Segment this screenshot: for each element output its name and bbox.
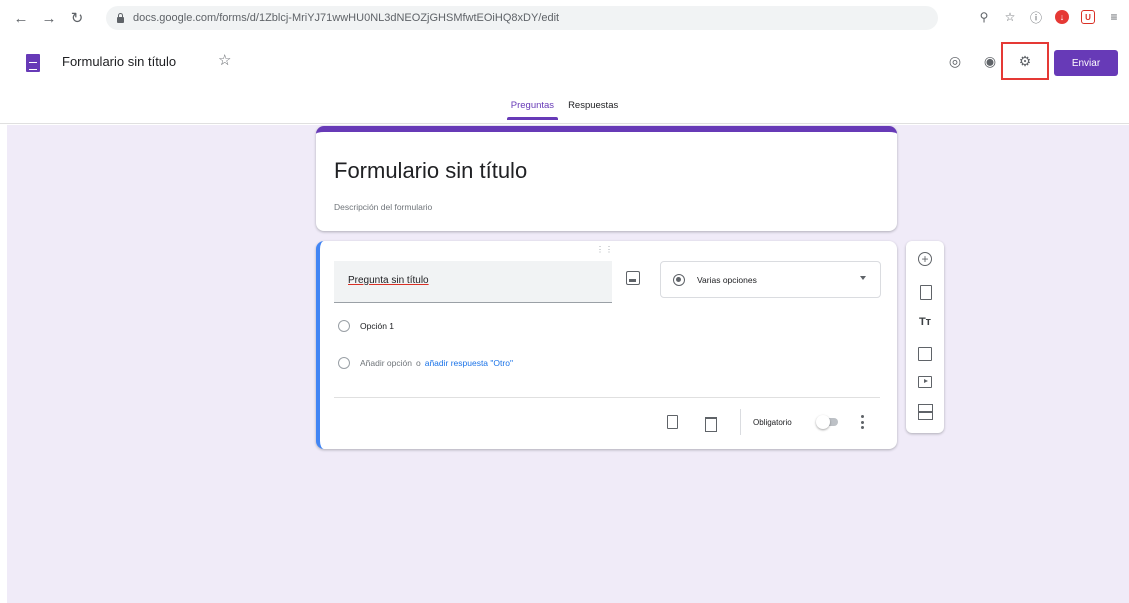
- form-description-input[interactable]: Descripción del formulario: [334, 202, 432, 212]
- side-toolbar: + Tт: [906, 241, 944, 433]
- send-button[interactable]: Enviar: [1054, 50, 1118, 76]
- add-option-row: Añadir opción o añadir respuesta "Otro": [338, 357, 513, 369]
- form-title-input[interactable]: Formulario sin título: [334, 158, 527, 184]
- add-question-icon[interactable]: +: [917, 251, 933, 267]
- drag-handle-icon[interactable]: ⋮⋮: [596, 245, 614, 254]
- url-text: docs.google.com/forms/d/1Zblcj-MriYJ71ww…: [133, 12, 560, 24]
- search-icon[interactable]: ⚲: [975, 6, 993, 28]
- forms-header: Formulario sin título ☆ ◎ ◉ ⚙ Enviar Pre…: [0, 36, 1129, 124]
- shield-icon[interactable]: U: [1079, 6, 1097, 28]
- tab-questions[interactable]: Preguntas: [506, 96, 559, 124]
- footer-vertical-divider: [740, 409, 741, 435]
- add-image-icon[interactable]: [917, 345, 933, 361]
- option-row[interactable]: Opción 1: [338, 320, 394, 332]
- radio-checked-icon: [673, 273, 685, 286]
- star-icon[interactable]: ☆: [218, 51, 231, 69]
- toggle-knob: [816, 415, 830, 429]
- radio-icon: [338, 320, 350, 332]
- tabs: Preguntas Respuestas: [0, 96, 1129, 124]
- question-card[interactable]: ⋮⋮ Pregunta sin título Varias opciones O…: [316, 241, 897, 449]
- required-toggle[interactable]: [816, 415, 840, 429]
- lock-icon: [116, 13, 125, 23]
- trash-icon[interactable]: [702, 413, 718, 432]
- form-title-card: Formulario sin título Descripción del fo…: [316, 126, 897, 231]
- reload-icon[interactable]: ↻: [66, 7, 88, 29]
- browser-nav: ← → ↻: [10, 7, 88, 29]
- bookmark-star-icon[interactable]: ☆: [1001, 6, 1019, 28]
- or-text: o: [415, 358, 421, 368]
- gear-icon[interactable]: ⚙: [1014, 50, 1036, 72]
- browser-toolbar: ← → ↻ docs.google.com/forms/d/1Zblcj-Mri…: [0, 0, 1129, 36]
- more-vert-icon[interactable]: [858, 413, 866, 431]
- menu-icon[interactable]: ≡: [1105, 6, 1123, 28]
- question-title-text: Pregunta sin título: [348, 275, 429, 286]
- chevron-down-icon: [860, 276, 866, 280]
- option-label[interactable]: Opción 1: [360, 321, 394, 331]
- question-type-select[interactable]: Varias opciones: [660, 261, 881, 298]
- info-icon[interactable]: ⓘ: [1027, 6, 1045, 28]
- address-bar[interactable]: docs.google.com/forms/d/1Zblcj-MriYJ71ww…: [106, 6, 938, 30]
- import-questions-icon[interactable]: [917, 284, 933, 300]
- back-icon[interactable]: ←: [10, 7, 32, 29]
- question-title-input[interactable]: Pregunta sin título: [334, 261, 612, 303]
- tab-responses[interactable]: Respuestas: [568, 96, 618, 124]
- add-other-link[interactable]: añadir respuesta "Otro": [425, 358, 513, 368]
- footer-divider: [334, 397, 880, 398]
- required-label: Obligatorio: [753, 418, 792, 427]
- palette-icon[interactable]: ◎: [944, 50, 966, 72]
- add-title-icon[interactable]: Tт: [917, 314, 933, 330]
- header-form-title[interactable]: Formulario sin título: [62, 54, 176, 69]
- download-icon[interactable]: ↓: [1053, 6, 1071, 28]
- add-option-link[interactable]: Añadir opción: [360, 358, 412, 368]
- forms-logo-icon[interactable]: [26, 54, 40, 72]
- radio-icon: [338, 357, 350, 369]
- add-image-icon[interactable]: [626, 271, 640, 285]
- eye-icon[interactable]: ◉: [979, 50, 1001, 72]
- duplicate-icon[interactable]: [664, 413, 680, 431]
- add-video-icon[interactable]: [917, 373, 933, 389]
- question-type-label: Varias opciones: [697, 274, 757, 285]
- forward-icon[interactable]: →: [38, 7, 60, 29]
- browser-actions: ⚲ ☆ ⓘ ↓ U ≡: [975, 6, 1123, 28]
- add-section-icon[interactable]: [917, 403, 933, 420]
